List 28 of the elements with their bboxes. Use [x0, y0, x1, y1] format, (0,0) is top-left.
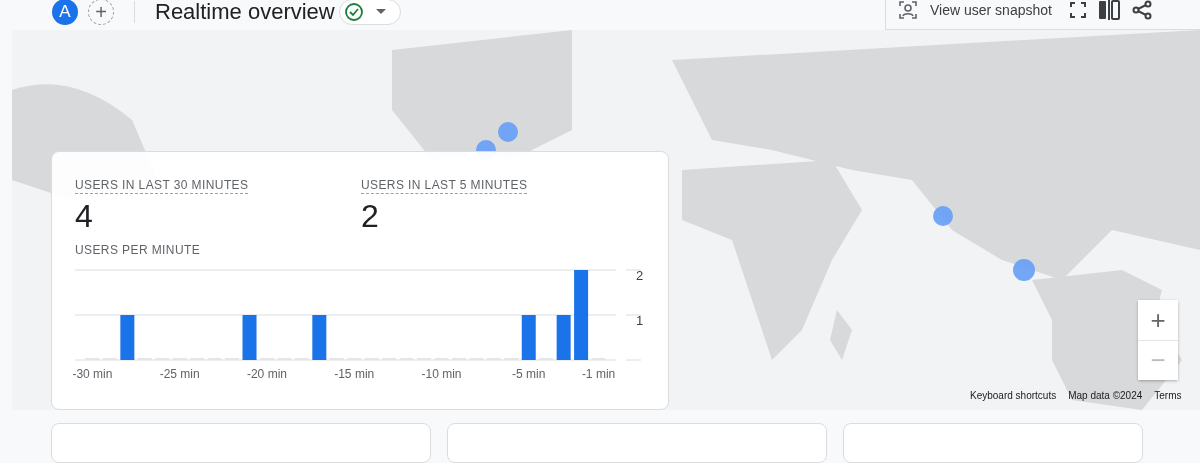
- x-tick-label: -30 min: [72, 367, 113, 381]
- x-tick-label: -25 min: [159, 367, 200, 381]
- x-tick-label: -5 min: [512, 367, 546, 381]
- map-footer-link[interactable]: Terms: [1154, 390, 1182, 401]
- y-tick-label: 1: [636, 313, 644, 328]
- x-tick-label: -1 min: [581, 367, 616, 381]
- fullscreen-button[interactable]: [1069, 0, 1086, 20]
- metric-label: USERS IN LAST 5 MINUTES: [361, 178, 528, 194]
- caret-icon: [375, 9, 386, 15]
- view-user-snapshot-button[interactable]: View user snapshot: [898, 0, 1052, 20]
- users-per-minute-chart: 1 2 -30 min -25 min -20 min -15 min -10 min -5 min -1 min: [51, 264, 651, 394]
- avatar[interactable]: A: [52, 0, 78, 25]
- x-tick-label: -15 min: [334, 367, 375, 381]
- x-tick-label: -20 min: [246, 367, 287, 381]
- metric-value: 4: [75, 198, 93, 235]
- columns-button[interactable]: [1097, 0, 1120, 20]
- map-footer-link[interactable]: Map data ©2024: [1068, 390, 1143, 401]
- map-footer-link[interactable]: Keyboard shortcuts: [970, 390, 1057, 401]
- x-tick-label: -10 min: [421, 367, 462, 381]
- page-title: Realtime overview: [155, 0, 335, 25]
- y-tick-label: 2: [636, 268, 644, 283]
- metric-label: USERS IN LAST 30 MINUTES: [75, 178, 249, 194]
- person-frame-icon: [898, 0, 918, 20]
- share-button[interactable]: [1131, 0, 1152, 20]
- metric-value: 2: [361, 198, 379, 235]
- chart-title: USERS PER MINUTE: [75, 243, 202, 258]
- zoom-in-button[interactable]: +: [1138, 300, 1178, 340]
- status-dropdown[interactable]: [338, 0, 401, 25]
